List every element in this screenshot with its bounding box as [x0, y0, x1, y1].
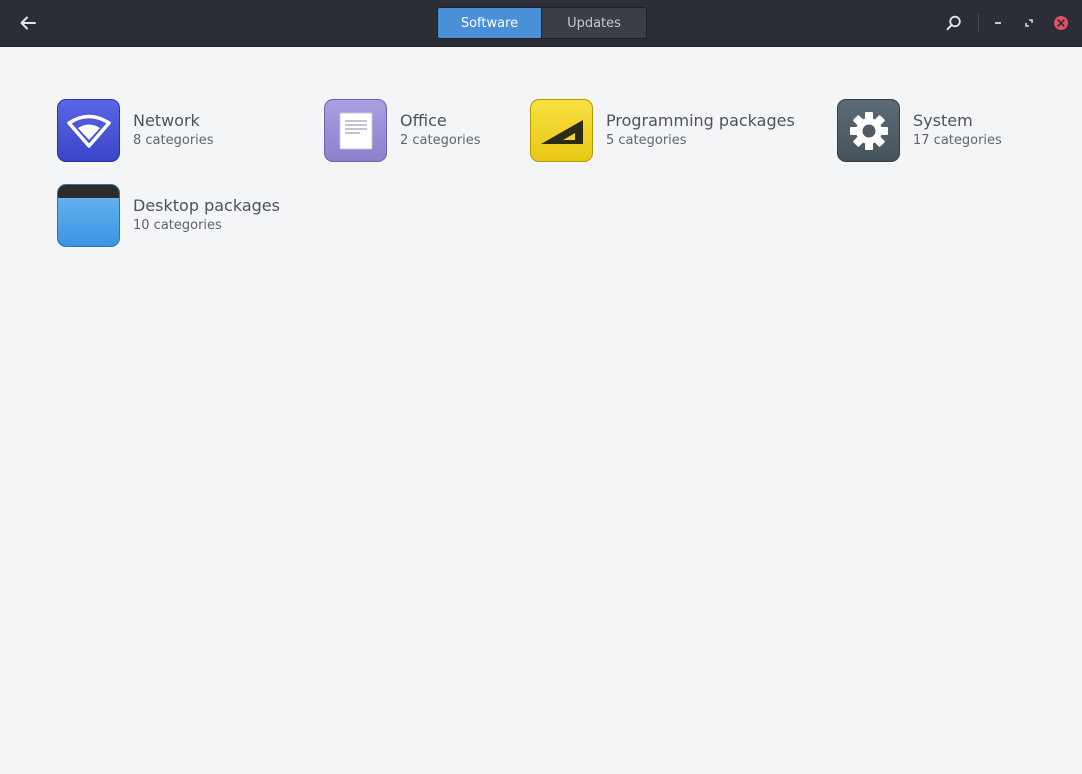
headerbar: Software Updates	[0, 0, 1082, 47]
maximize-button[interactable]	[1019, 8, 1039, 38]
category-title: Office	[400, 111, 447, 130]
desktop-icon	[57, 184, 120, 247]
category-system[interactable]: System 17 categories	[837, 99, 1002, 162]
category-desktop[interactable]: Desktop packages 10 categories	[57, 184, 280, 247]
category-grid: Network 8 categories Office 2 categories	[0, 47, 1082, 774]
category-title: Network	[133, 111, 200, 130]
programming-icon	[530, 99, 593, 162]
desktop-icon-topbar	[58, 185, 119, 198]
category-title: Programming packages	[606, 111, 795, 130]
category-count: 10 categories	[133, 218, 222, 233]
back-button[interactable]	[12, 8, 44, 38]
minimize-button[interactable]	[988, 8, 1008, 38]
category-count: 8 categories	[133, 133, 214, 148]
category-count: 2 categories	[400, 133, 481, 148]
system-icon	[837, 99, 900, 162]
tab-software[interactable]: Software	[438, 8, 541, 38]
back-arrow-icon	[20, 16, 36, 30]
category-network[interactable]: Network 8 categories	[57, 99, 214, 162]
maximize-icon	[1025, 19, 1033, 27]
close-icon	[1054, 16, 1068, 30]
minimize-icon	[995, 22, 1001, 24]
category-title: System	[913, 111, 973, 130]
view-switcher: Software Updates	[437, 7, 647, 39]
category-title: Desktop packages	[133, 196, 280, 215]
search-button[interactable]	[940, 8, 968, 38]
category-office[interactable]: Office 2 categories	[324, 99, 481, 162]
tab-updates[interactable]: Updates	[541, 8, 646, 38]
office-icon	[324, 99, 387, 162]
header-separator	[978, 14, 979, 32]
search-icon	[946, 15, 961, 31]
close-button[interactable]	[1050, 8, 1072, 38]
app-window: Software Updates Network 8 categories Of…	[0, 0, 1082, 774]
category-count: 17 categories	[913, 133, 1002, 148]
category-programming[interactable]: Programming packages 5 categories	[530, 99, 795, 162]
category-count: 5 categories	[606, 133, 687, 148]
network-icon	[57, 99, 120, 162]
